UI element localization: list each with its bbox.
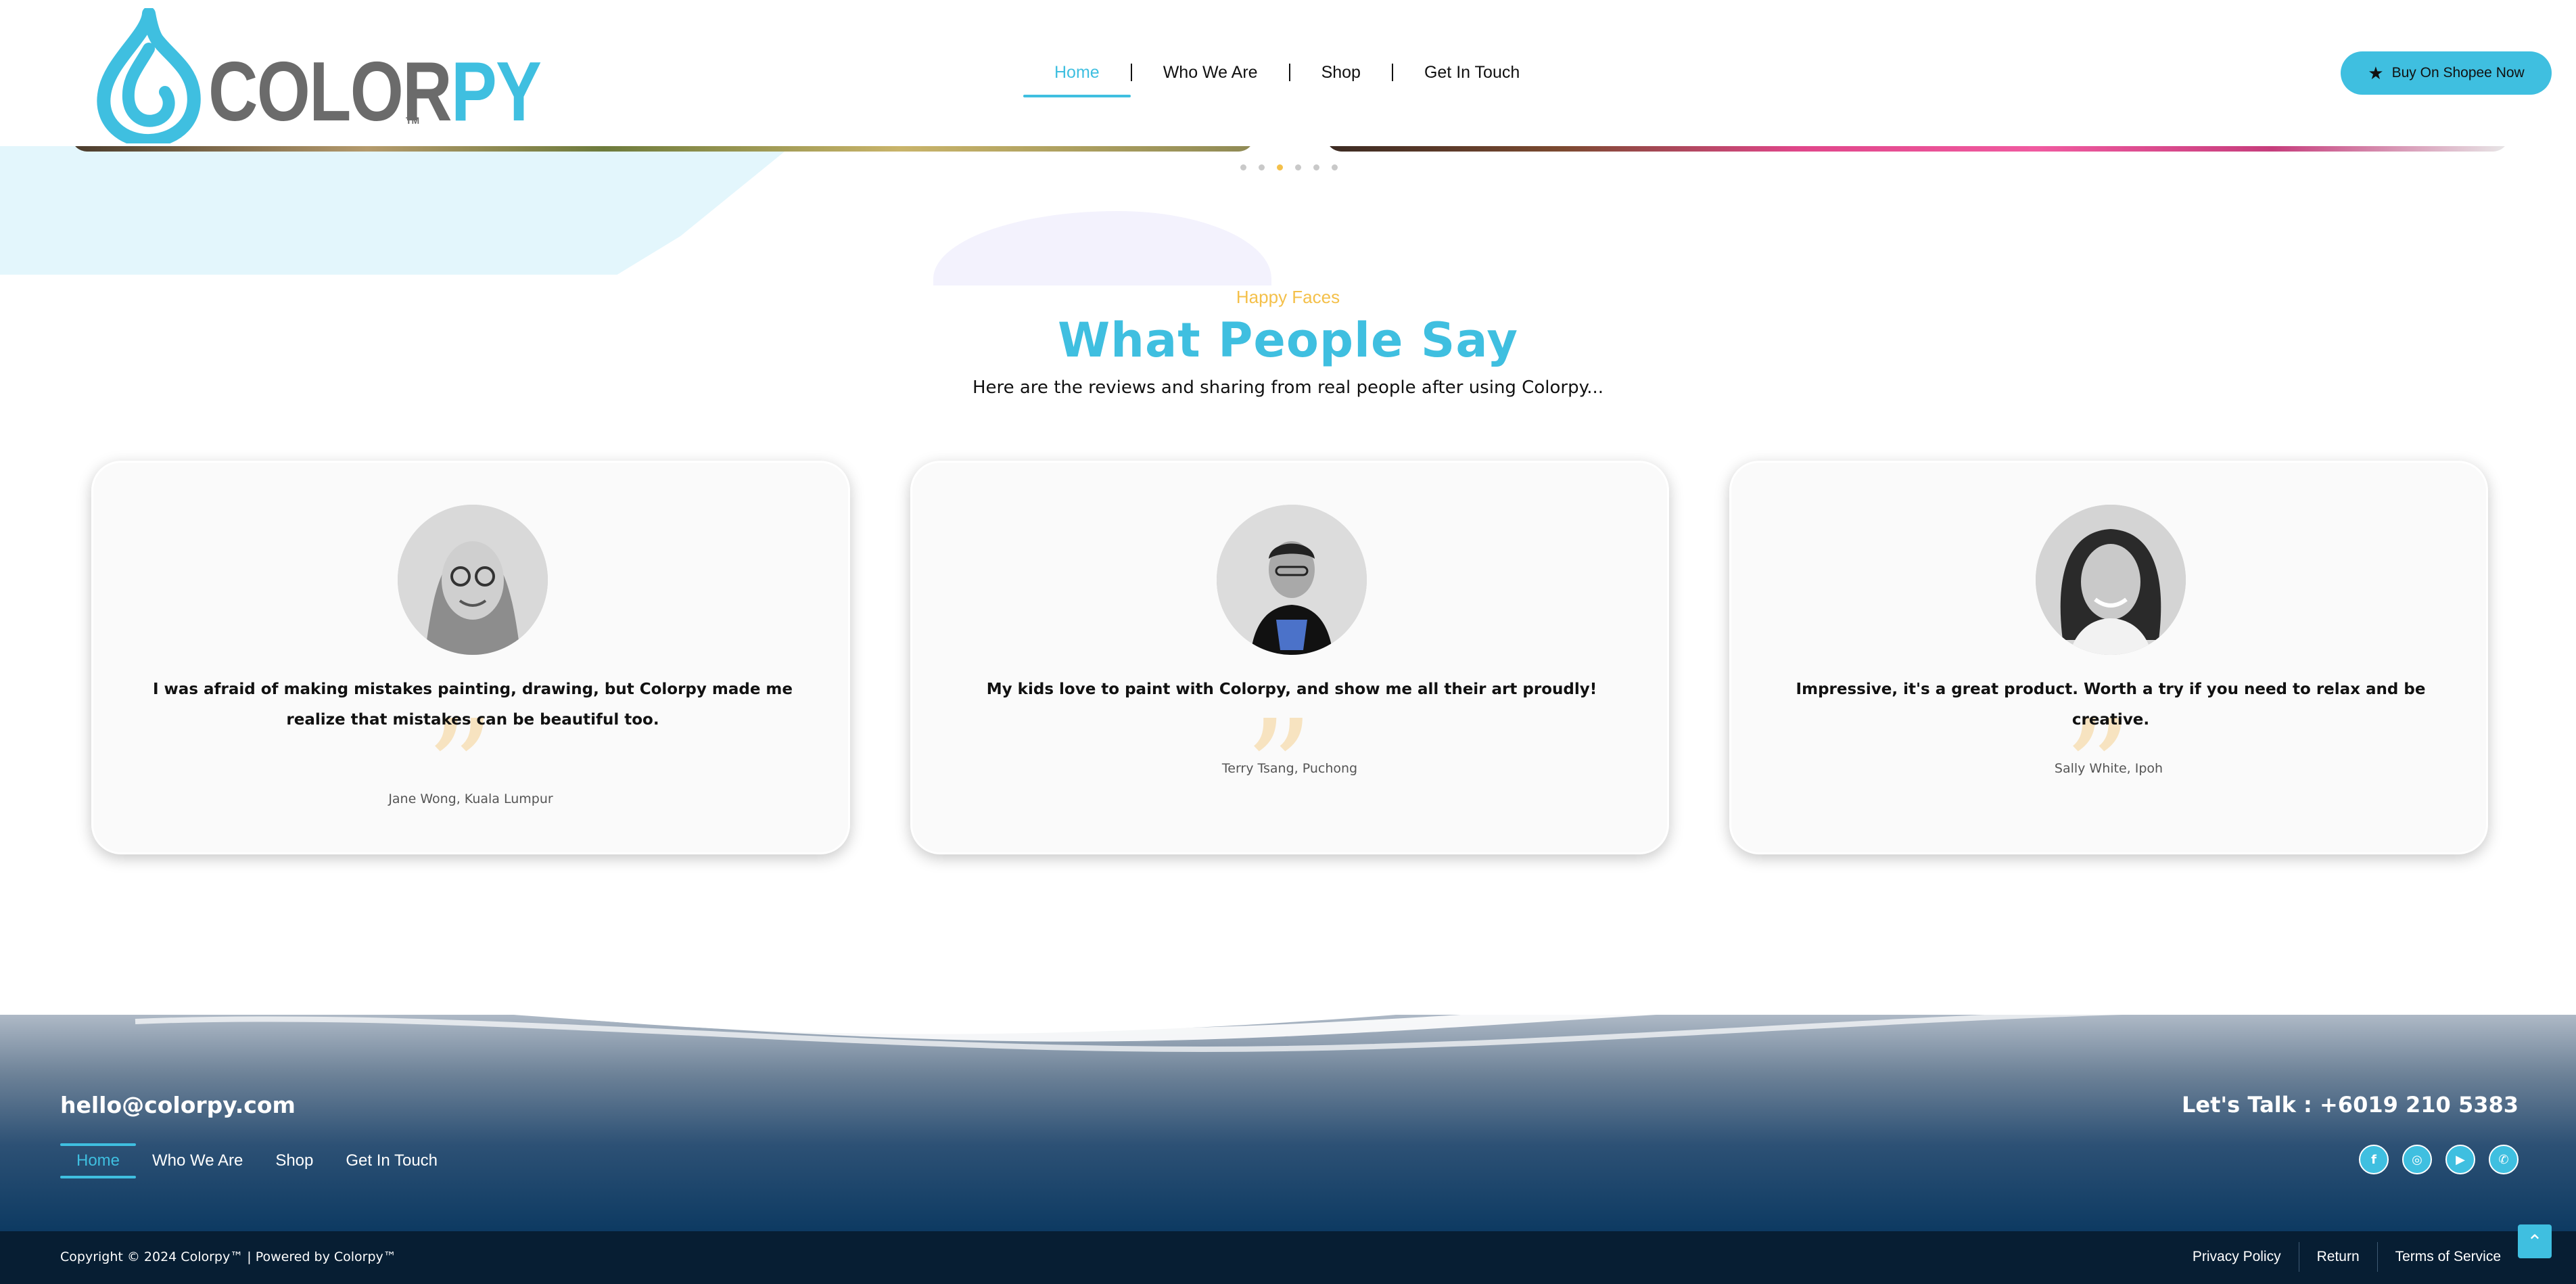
section-eyebrow: Happy Faces — [1236, 287, 1340, 307]
footer-email[interactable]: hello@colorpy.com — [60, 1092, 296, 1118]
footer-nav-get-in-touch[interactable]: Get In Touch — [329, 1143, 454, 1178]
youtube-icon[interactable]: ▶ — [2445, 1145, 2475, 1174]
legal-links: Privacy Policy Return Terms of Service — [2175, 1242, 2519, 1272]
logo-trademark: TM — [406, 115, 420, 126]
slider-dot-active[interactable] — [1277, 164, 1283, 170]
testimonial-author: Terry Tsang, Puchong — [1221, 761, 1358, 776]
testimonial-author: Sally White, Ipoh — [2054, 761, 2163, 776]
whatsapp-icon[interactable]: ✆ — [2489, 1145, 2519, 1174]
privacy-policy-link[interactable]: Privacy Policy — [2175, 1242, 2299, 1272]
slider-dot[interactable] — [1332, 164, 1338, 170]
droplet-logo-icon — [97, 8, 201, 143]
footer-wave — [0, 947, 2576, 1052]
decorative-blob — [0, 146, 791, 275]
testimonial-card: “ Impressive, it's a great product. Wort… — [1729, 461, 2488, 854]
star-icon: ★ — [2368, 63, 2384, 83]
logo-wordmark: COLORPY — [208, 50, 542, 134]
footer-nav: Home Who We Are Shop Get In Touch — [60, 1143, 454, 1178]
colorpy-logo[interactable]: COLORPY TM — [95, 8, 542, 143]
slider-dot[interactable] — [1240, 164, 1246, 170]
decorative-blob — [933, 211, 1271, 285]
footer-nav-home[interactable]: Home — [60, 1143, 137, 1178]
site-header: COLORPY TM Home Who We Are Shop Get In T… — [0, 0, 2576, 146]
testimonial-quote: My kids love to paint with Colorpy, and … — [986, 681, 1597, 698]
slider-dot[interactable] — [1295, 164, 1301, 170]
buy-on-shopee-label: Buy On Shopee Now — [2391, 65, 2525, 81]
nav-item-get-in-touch[interactable]: Get In Touch — [1393, 57, 1551, 97]
testimonial-card: “ I was afraid of making mistakes painti… — [91, 461, 850, 854]
buy-on-shopee-button[interactable]: ★ Buy On Shopee Now — [2341, 51, 2552, 95]
nav-item-who-we-are[interactable]: Who We Are — [1132, 57, 1289, 97]
terms-of-service-link[interactable]: Terms of Service — [2376, 1242, 2519, 1272]
instagram-icon[interactable]: ◎ — [2402, 1145, 2432, 1174]
nav-item-home[interactable]: Home — [1023, 57, 1131, 97]
return-link[interactable]: Return — [2298, 1242, 2377, 1272]
social-links: f ◎ ▶ ✆ — [2359, 1145, 2519, 1174]
footer-nav-who-we-are[interactable]: Who We Are — [136, 1143, 259, 1178]
footer-nav-shop[interactable]: Shop — [259, 1143, 329, 1178]
section-subtitle: Here are the reviews and sharing from re… — [972, 377, 1604, 398]
footer-phone[interactable]: Let's Talk : +6019 210 5383 — [2182, 1092, 2519, 1118]
nav-item-shop[interactable]: Shop — [1290, 57, 1392, 97]
main-nav: Home Who We Are Shop Get In Touch — [1023, 57, 1551, 97]
facebook-icon[interactable]: f — [2359, 1145, 2389, 1174]
slider-pagination — [1240, 164, 1338, 170]
copyright-text: Copyright © 2024 Colorpy™ | Powered by C… — [60, 1249, 396, 1264]
testimonial-card: “ My kids love to paint with Colorpy, an… — [910, 461, 1669, 854]
section-title: What People Say — [1057, 313, 1519, 368]
logo-word-py: PY — [450, 45, 542, 139]
slider-dot[interactable] — [1313, 164, 1319, 170]
footer-bottom-bar: Copyright © 2024 Colorpy™ | Powered by C… — [0, 1231, 2576, 1284]
back-to-top-icon[interactable]: ⌃ — [2518, 1224, 2552, 1258]
testimonial-quote: I was afraid of making mistakes painting… — [152, 681, 793, 729]
slider-dot[interactable] — [1259, 164, 1265, 170]
testimonial-quote: Impressive, it's a great product. Worth … — [1796, 681, 2426, 729]
testimonial-author: Jane Wong, Kuala Lumpur — [388, 792, 553, 806]
